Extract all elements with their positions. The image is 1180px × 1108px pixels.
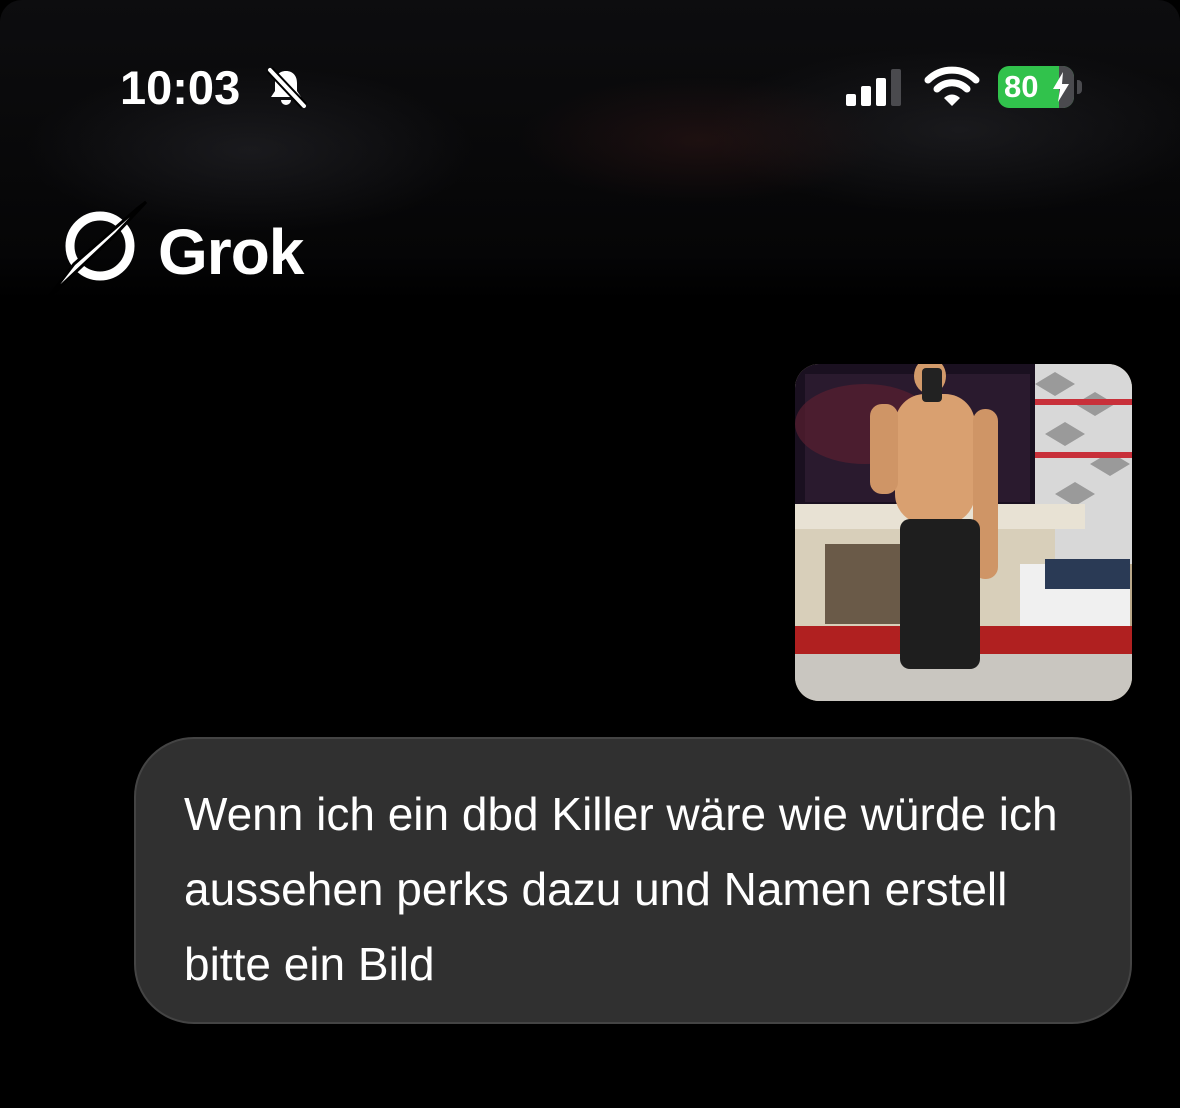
battery-percent: 80 [1004, 69, 1039, 104]
bell-muted-icon [267, 67, 307, 109]
status-time: 10:03 [120, 61, 241, 114]
wifi-icon [924, 66, 980, 106]
cellular-signal-icon [846, 69, 901, 106]
photo-content [795, 364, 1132, 701]
photo-thumbnail[interactable] [795, 364, 1132, 701]
battery-indicator: 80 [998, 66, 1074, 108]
user-message-bubble[interactable]: Wenn ich ein dbd Killer wäre wie würde i… [134, 737, 1132, 1024]
app-title: Grok [158, 216, 304, 288]
charging-bolt-icon [1053, 72, 1069, 102]
chat-screen: 10:03 80 Grok Wenn ich ein dbd Killer wä… [0, 0, 1180, 1108]
grok-logo-icon [46, 200, 148, 300]
battery-nub [1077, 80, 1082, 94]
user-message-text: Wenn ich ein dbd Killer wäre wie würde i… [184, 788, 1058, 990]
